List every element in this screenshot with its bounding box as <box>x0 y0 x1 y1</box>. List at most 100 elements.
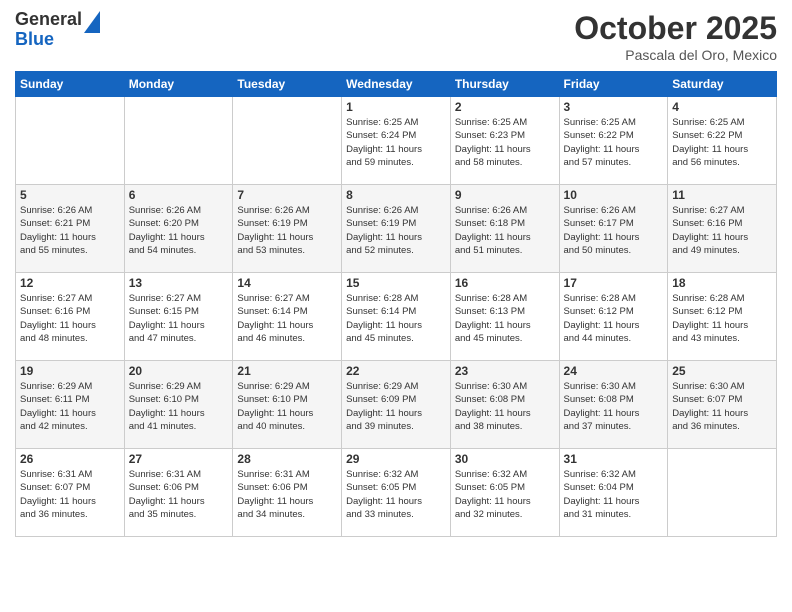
day-number: 2 <box>455 100 555 114</box>
day-info: Sunrise: 6:25 AM Sunset: 6:23 PM Dayligh… <box>455 116 555 169</box>
calendar-cell: 24 Sunrise: 6:30 AM Sunset: 6:08 PM Dayli… <box>559 361 668 449</box>
day-number: 23 <box>455 364 555 378</box>
calendar-cell: 29 Sunrise: 6:32 AM Sunset: 6:05 PM Dayli… <box>342 449 451 537</box>
calendar-cell: 13 Sunrise: 6:27 AM Sunset: 6:15 PM Dayli… <box>124 273 233 361</box>
day-info: Sunrise: 6:29 AM Sunset: 6:09 PM Dayligh… <box>346 380 446 433</box>
day-info: Sunrise: 6:26 AM Sunset: 6:21 PM Dayligh… <box>20 204 120 257</box>
header: General Blue October 2025 Pascala del Or… <box>15 10 777 63</box>
calendar-week-4: 19 Sunrise: 6:29 AM Sunset: 6:11 PM Dayli… <box>16 361 777 449</box>
day-number: 19 <box>20 364 120 378</box>
day-info: Sunrise: 6:30 AM Sunset: 6:08 PM Dayligh… <box>564 380 664 433</box>
calendar-cell: 6 Sunrise: 6:26 AM Sunset: 6:20 PM Daylig… <box>124 185 233 273</box>
calendar-cell <box>124 97 233 185</box>
day-number: 29 <box>346 452 446 466</box>
day-number: 6 <box>129 188 229 202</box>
day-info: Sunrise: 6:28 AM Sunset: 6:12 PM Dayligh… <box>672 292 772 345</box>
calendar-cell: 15Sunrise: 6:28 AM Sunset: 6:14 PM Dayli… <box>342 273 451 361</box>
day-number: 3 <box>564 100 664 114</box>
day-info: Sunrise: 6:27 AM Sunset: 6:15 PM Dayligh… <box>129 292 229 345</box>
day-number: 11 <box>672 188 772 202</box>
day-number: 24 <box>564 364 664 378</box>
day-info: Sunrise: 6:30 AM Sunset: 6:07 PM Dayligh… <box>672 380 772 433</box>
calendar-cell: 12 Sunrise: 6:27 AM Sunset: 6:16 PM Dayli… <box>16 273 125 361</box>
calendar-cell: 25 Sunrise: 6:30 AM Sunset: 6:07 PM Dayli… <box>668 361 777 449</box>
day-number: 21 <box>237 364 337 378</box>
day-info: Sunrise: 6:25 AM Sunset: 6:22 PM Dayligh… <box>672 116 772 169</box>
day-number: 17 <box>564 276 664 290</box>
calendar-cell: 22Sunrise: 6:29 AM Sunset: 6:09 PM Dayli… <box>342 361 451 449</box>
day-info: Sunrise: 6:32 AM Sunset: 6:04 PM Dayligh… <box>564 468 664 521</box>
calendar-cell: 31 Sunrise: 6:32 AM Sunset: 6:04 PM Dayli… <box>559 449 668 537</box>
day-number: 10 <box>564 188 664 202</box>
day-number: 18 <box>672 276 772 290</box>
day-number: 28 <box>237 452 337 466</box>
day-info: Sunrise: 6:31 AM Sunset: 6:06 PM Dayligh… <box>237 468 337 521</box>
weekday-header-row: SundayMondayTuesdayWednesdayThursdayFrid… <box>16 72 777 97</box>
calendar-cell: 19 Sunrise: 6:29 AM Sunset: 6:11 PM Dayli… <box>16 361 125 449</box>
day-number: 9 <box>455 188 555 202</box>
logo-general-text: General <box>15 10 82 30</box>
month-title: October 2025 <box>574 10 777 47</box>
day-info: Sunrise: 6:28 AM Sunset: 6:12 PM Dayligh… <box>564 292 664 345</box>
day-info: Sunrise: 6:26 AM Sunset: 6:19 PM Dayligh… <box>346 204 446 257</box>
page: General Blue October 2025 Pascala del Or… <box>0 0 792 612</box>
day-info: Sunrise: 6:30 AM Sunset: 6:08 PM Dayligh… <box>455 380 555 433</box>
day-number: 13 <box>129 276 229 290</box>
weekday-header-friday: Friday <box>559 72 668 97</box>
day-number: 7 <box>237 188 337 202</box>
calendar-cell: 4Sunrise: 6:25 AM Sunset: 6:22 PM Daylig… <box>668 97 777 185</box>
location: Pascala del Oro, Mexico <box>574 47 777 63</box>
day-info: Sunrise: 6:27 AM Sunset: 6:16 PM Dayligh… <box>672 204 772 257</box>
day-info: Sunrise: 6:26 AM Sunset: 6:17 PM Dayligh… <box>564 204 664 257</box>
day-number: 30 <box>455 452 555 466</box>
calendar-cell: 18 Sunrise: 6:28 AM Sunset: 6:12 PM Dayli… <box>668 273 777 361</box>
weekday-header-sunday: Sunday <box>16 72 125 97</box>
day-number: 31 <box>564 452 664 466</box>
calendar-cell: 27Sunrise: 6:31 AM Sunset: 6:06 PM Dayli… <box>124 449 233 537</box>
logo: General Blue <box>15 10 100 50</box>
calendar-cell: 11 Sunrise: 6:27 AM Sunset: 6:16 PM Dayli… <box>668 185 777 273</box>
calendar-cell: 9 Sunrise: 6:26 AM Sunset: 6:18 PM Daylig… <box>450 185 559 273</box>
day-info: Sunrise: 6:27 AM Sunset: 6:16 PM Dayligh… <box>20 292 120 345</box>
calendar-week-2: 5 Sunrise: 6:26 AM Sunset: 6:21 PM Daylig… <box>16 185 777 273</box>
day-number: 26 <box>20 452 120 466</box>
calendar-cell <box>668 449 777 537</box>
calendar-cell: 20 Sunrise: 6:29 AM Sunset: 6:10 PM Dayli… <box>124 361 233 449</box>
calendar-cell: 28 Sunrise: 6:31 AM Sunset: 6:06 PM Dayli… <box>233 449 342 537</box>
day-number: 8 <box>346 188 446 202</box>
day-number: 12 <box>20 276 120 290</box>
day-info: Sunrise: 6:26 AM Sunset: 6:19 PM Dayligh… <box>237 204 337 257</box>
weekday-header-wednesday: Wednesday <box>342 72 451 97</box>
calendar-cell: 7 Sunrise: 6:26 AM Sunset: 6:19 PM Daylig… <box>233 185 342 273</box>
day-info: Sunrise: 6:29 AM Sunset: 6:11 PM Dayligh… <box>20 380 120 433</box>
weekday-header-monday: Monday <box>124 72 233 97</box>
day-number: 5 <box>20 188 120 202</box>
title-block: October 2025 Pascala del Oro, Mexico <box>574 10 777 63</box>
calendar-cell: 21Sunrise: 6:29 AM Sunset: 6:10 PM Dayli… <box>233 361 342 449</box>
day-info: Sunrise: 6:26 AM Sunset: 6:18 PM Dayligh… <box>455 204 555 257</box>
calendar-week-3: 12 Sunrise: 6:27 AM Sunset: 6:16 PM Dayli… <box>16 273 777 361</box>
day-info: Sunrise: 6:25 AM Sunset: 6:24 PM Dayligh… <box>346 116 446 169</box>
calendar-cell <box>233 97 342 185</box>
day-number: 25 <box>672 364 772 378</box>
logo-blue-text: Blue <box>15 30 82 50</box>
day-number: 27 <box>129 452 229 466</box>
calendar-week-5: 26Sunrise: 6:31 AM Sunset: 6:07 PM Dayli… <box>16 449 777 537</box>
day-info: Sunrise: 6:32 AM Sunset: 6:05 PM Dayligh… <box>455 468 555 521</box>
calendar-cell: 8 Sunrise: 6:26 AM Sunset: 6:19 PM Daylig… <box>342 185 451 273</box>
weekday-header-tuesday: Tuesday <box>233 72 342 97</box>
day-number: 16 <box>455 276 555 290</box>
calendar-cell <box>16 97 125 185</box>
calendar-cell: 14 Sunrise: 6:27 AM Sunset: 6:14 PM Dayli… <box>233 273 342 361</box>
day-number: 15 <box>346 276 446 290</box>
calendar-cell: 30 Sunrise: 6:32 AM Sunset: 6:05 PM Dayli… <box>450 449 559 537</box>
day-number: 14 <box>237 276 337 290</box>
calendar-cell: 2 Sunrise: 6:25 AM Sunset: 6:23 PM Daylig… <box>450 97 559 185</box>
calendar-cell: 5 Sunrise: 6:26 AM Sunset: 6:21 PM Daylig… <box>16 185 125 273</box>
day-info: Sunrise: 6:26 AM Sunset: 6:20 PM Dayligh… <box>129 204 229 257</box>
day-info: Sunrise: 6:27 AM Sunset: 6:14 PM Dayligh… <box>237 292 337 345</box>
day-info: Sunrise: 6:29 AM Sunset: 6:10 PM Dayligh… <box>129 380 229 433</box>
day-info: Sunrise: 6:32 AM Sunset: 6:05 PM Dayligh… <box>346 468 446 521</box>
calendar-week-1: 1Sunrise: 6:25 AM Sunset: 6:24 PM Daylig… <box>16 97 777 185</box>
day-number: 20 <box>129 364 229 378</box>
